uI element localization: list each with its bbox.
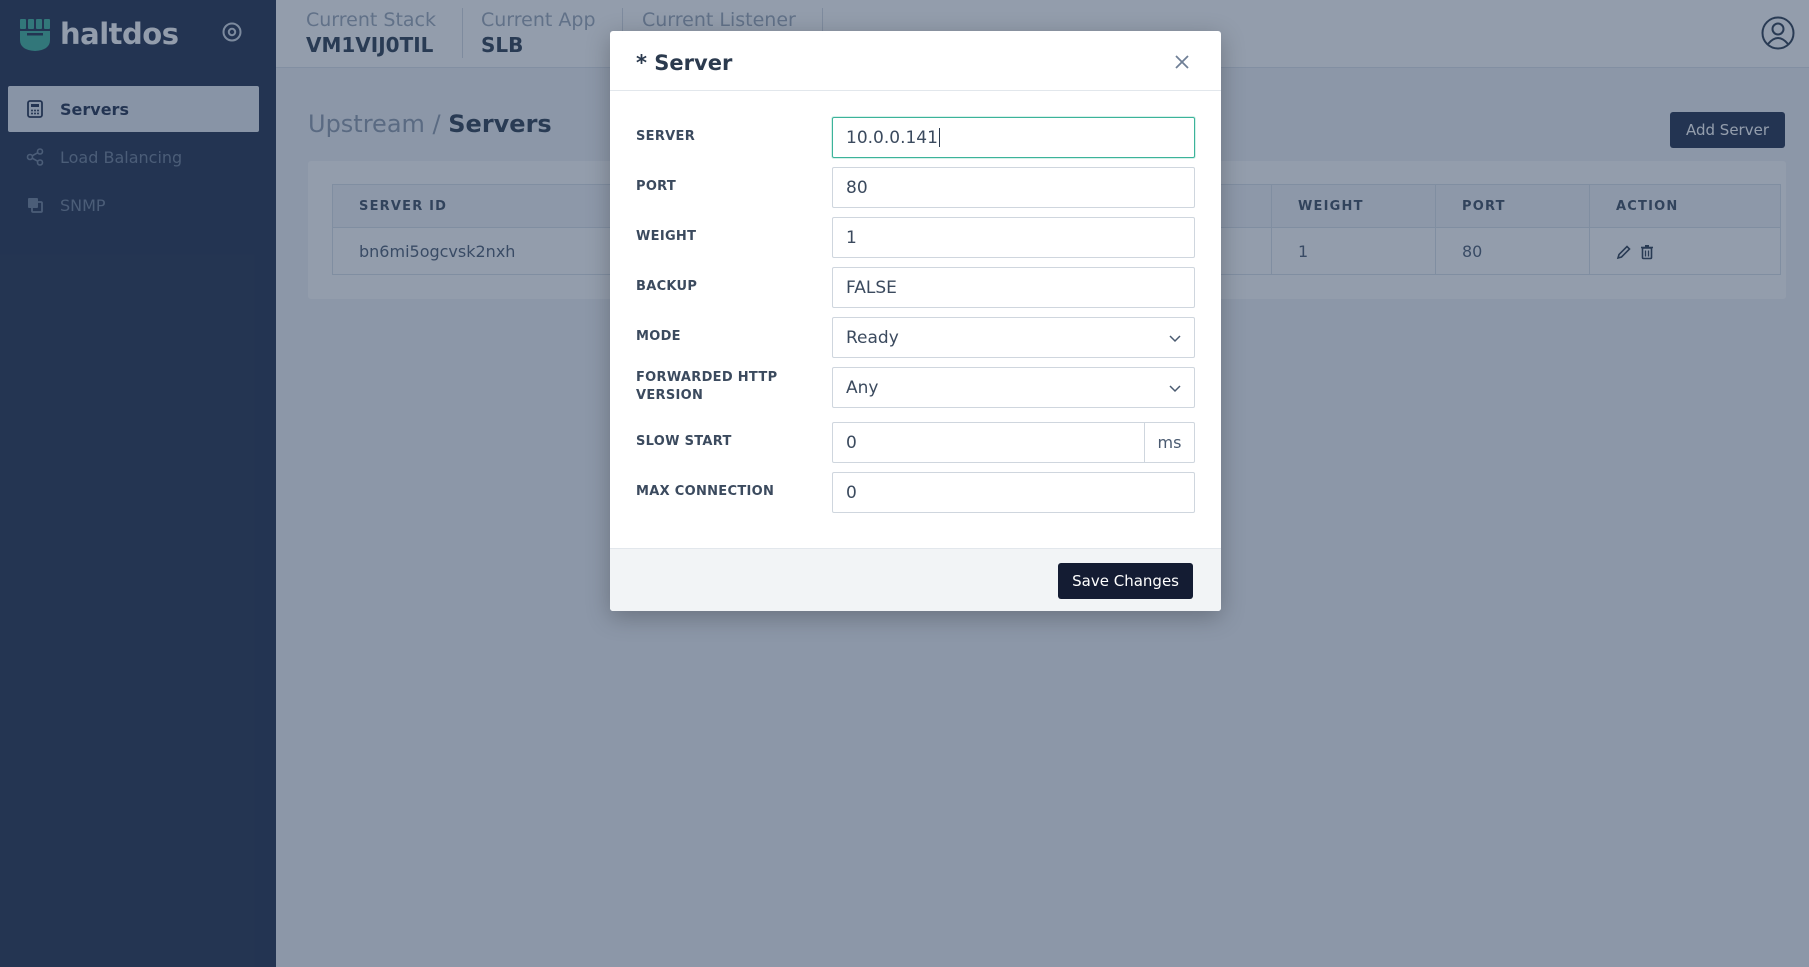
server-label: SERVER [636,129,696,144]
form-row-slow-start: SLOW START 0 ms [636,422,1196,463]
slow-start-label: SLOW START [636,434,732,449]
max-connection-input[interactable]: 0 [832,472,1195,513]
server-value: 10.0.0.141 [846,127,938,148]
chevron-down-icon [1169,334,1181,342]
port-label: PORT [636,179,677,194]
save-changes-button[interactable]: Save Changes [1058,563,1193,599]
weight-label: WEIGHT [636,229,697,244]
backup-input[interactable]: FALSE [832,267,1195,308]
weight-input[interactable]: 1 [832,217,1195,258]
slow-start-group: 0 ms [832,422,1195,463]
mode-label: MODE [636,329,681,344]
close-button[interactable] [1171,51,1193,73]
http-version-select[interactable]: Any [832,367,1195,408]
http-version-label: FORWARDED HTTP VERSION [636,370,778,403]
slow-start-input[interactable]: 0 [832,422,1145,463]
close-icon [1175,55,1189,69]
form-row-server: SERVER 10.0.0.141 [636,117,1196,158]
slow-start-unit: ms [1145,422,1195,463]
mode-select[interactable]: Ready [832,317,1195,358]
text-cursor [938,128,940,147]
modal-body: SERVER 10.0.0.141 PORT 80 WEIGHT 1 BACKU… [610,92,1221,548]
form-row-http-version: FORWARDED HTTP VERSION Any [636,367,1196,408]
server-input[interactable]: 10.0.0.141 [832,117,1195,158]
max-connection-label: MAX CONNECTION [636,484,775,499]
form-row-backup: BACKUP FALSE [636,267,1196,308]
form-row-max-connection: MAX CONNECTION 0 [636,472,1196,513]
mode-selected-value: Ready [846,327,899,348]
port-input[interactable]: 80 [832,167,1195,208]
form-row-weight: WEIGHT 1 [636,217,1196,258]
chevron-down-icon [1169,384,1181,392]
form-row-port: PORT 80 [636,167,1196,208]
modal-footer: Save Changes [610,548,1221,611]
backup-label: BACKUP [636,279,698,294]
server-modal: * Server SERVER 10.0.0.141 PORT 80 WEIGH… [610,31,1221,611]
modal-title: * Server [636,51,733,75]
modal-header: * Server [610,31,1221,91]
http-version-selected-value: Any [846,377,879,398]
form-row-mode: MODE Ready [636,317,1196,358]
